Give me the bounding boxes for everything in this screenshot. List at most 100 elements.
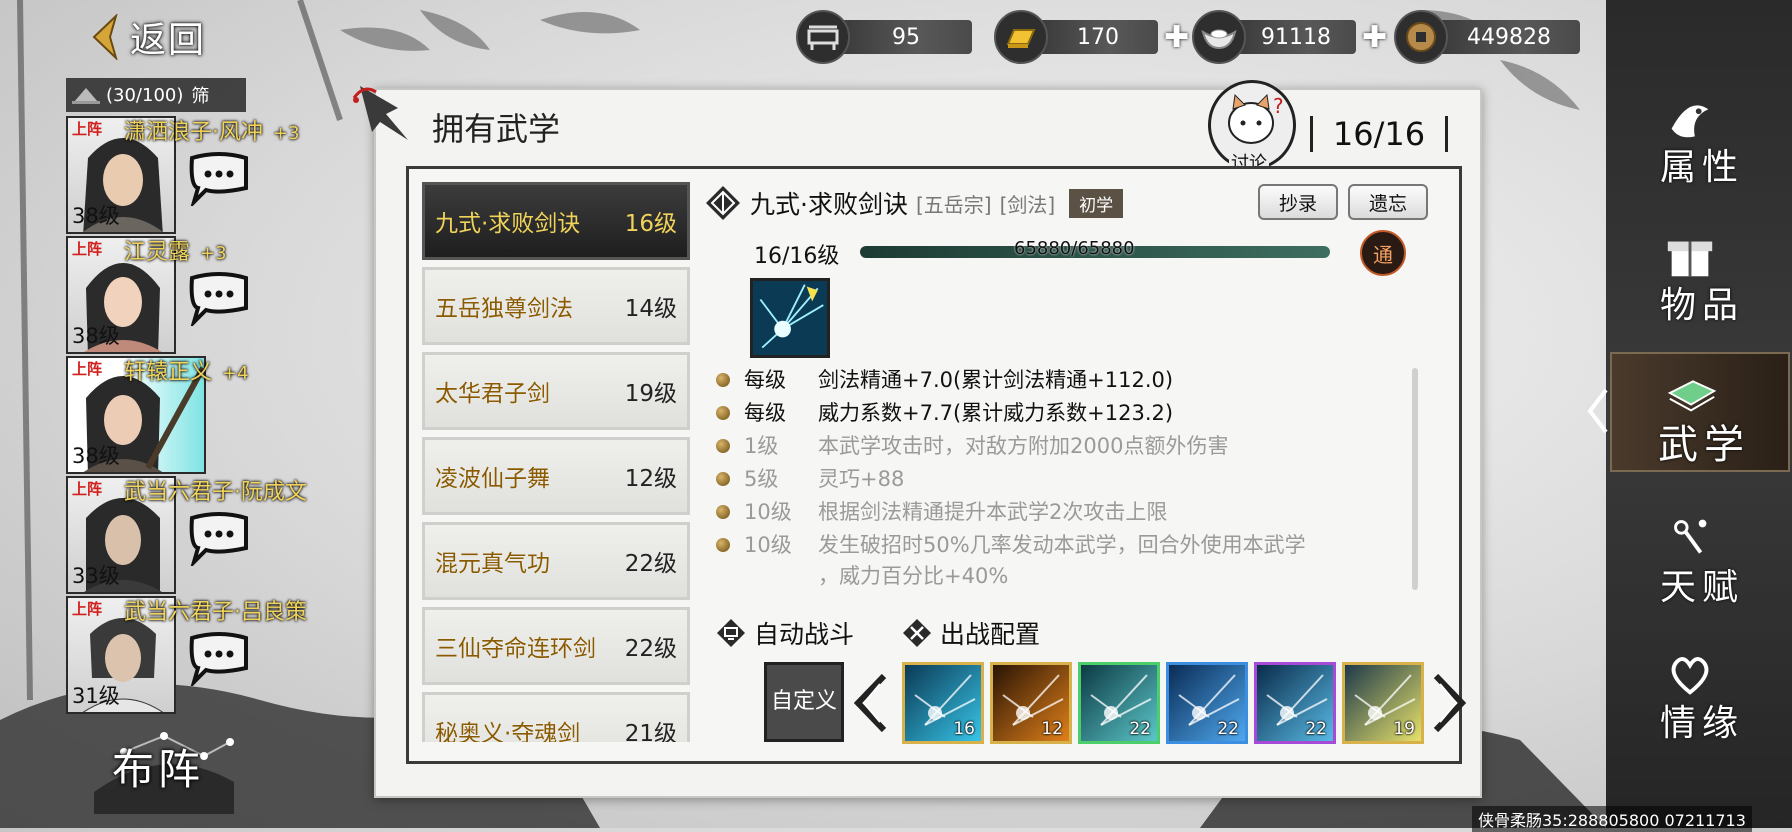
add-silver-button[interactable]: ✚	[1362, 20, 1387, 55]
loadout-skill-slot[interactable]: 22	[1254, 662, 1336, 744]
skill-list-item[interactable]: 凌波仙子舞 12级	[422, 437, 690, 515]
nav-label: 物品	[1659, 285, 1744, 326]
skill-list-item[interactable]: 太华君子剑 19级	[422, 352, 690, 430]
loadout-skill-slot[interactable]: 19	[1342, 662, 1424, 744]
chevron-right-icon[interactable]	[1430, 672, 1470, 734]
nav-tab-martial-book[interactable]: 武学	[1610, 352, 1790, 472]
couch-icon	[796, 10, 850, 64]
slot-level: 12	[1041, 719, 1063, 739]
resource-copper: 449828	[1394, 10, 1580, 64]
copy-button[interactable]: 抄录	[1258, 184, 1338, 220]
crossed-swords-icon	[903, 619, 931, 647]
roster-character[interactable]: 上阵 31级 武当六君子·吕良策	[66, 596, 307, 714]
chat-bubble-icon[interactable]	[186, 510, 252, 566]
loadout-skill-slot[interactable]: 16	[902, 662, 984, 744]
effect-row: 10级 根据剑法精通提升本武学2次攻击上限	[712, 496, 1412, 529]
nav-tab-heart-knot[interactable]: 情缘	[1610, 636, 1790, 756]
resource-gold: 170 ✚	[994, 10, 1189, 64]
bullet-icon	[716, 538, 730, 552]
on-field-badge: 上阵	[72, 360, 103, 378]
skill-list-item-selected[interactable]: 九式·求败剑诀 16级	[422, 182, 690, 260]
diamond-emblem-icon	[706, 186, 740, 220]
character-name: 江灵露 +3	[124, 240, 227, 265]
effect-row: 5级 灵巧+88	[712, 463, 1412, 496]
skill-level: 14级	[624, 296, 677, 322]
loadout-skill-slot[interactable]: 22	[1166, 662, 1248, 744]
gold-bar-icon	[994, 10, 1048, 64]
effect-row: 10级 发生破招时50%几率发动本武学，回合外使用本武学	[712, 529, 1412, 562]
effects-scrollbar[interactable]	[1412, 368, 1418, 590]
skill-level: 21级	[624, 721, 677, 742]
chevron-left-icon[interactable]	[850, 672, 890, 734]
roster-character-selected[interactable]: 上阵 38级 轩辕正义 +4	[66, 356, 249, 474]
svg-text:?: ?	[1273, 94, 1284, 118]
back-button[interactable]: 返回	[88, 12, 206, 62]
formation-button[interactable]: 布阵	[84, 722, 244, 814]
skill-count: 16/16	[1310, 112, 1448, 156]
chat-bubble-icon[interactable]	[186, 630, 252, 686]
roster-header: (30/100) 筛	[66, 78, 246, 112]
chevron-left-icon	[1587, 388, 1608, 434]
bullet-icon	[716, 406, 730, 420]
character-name: 武当六君子·阮成文	[124, 480, 307, 505]
slot-level: 22	[1129, 719, 1151, 739]
chevron-left-icon	[92, 14, 118, 60]
roster-filter-button[interactable]: 筛	[191, 82, 209, 108]
nav-tab-gift-box[interactable]: 物品	[1610, 218, 1790, 338]
custom-loadout-button[interactable]: 自定义	[764, 662, 844, 742]
roster-character[interactable]: 上阵 38级 潇洒浪子·风冲 +3	[66, 116, 300, 234]
roster-character[interactable]: 上阵 33级 武当六君子·阮成文	[66, 476, 307, 594]
skill-list-item[interactable]: 混元真气功 22级	[422, 522, 690, 600]
auto-battle-label: 自动战斗	[754, 620, 855, 649]
loadout-label: 出战配置	[940, 620, 1041, 649]
skill-level-text: 16/16级	[754, 244, 840, 269]
nav-label: 天赋	[1659, 567, 1744, 608]
skill-list[interactable]: 九式·求败剑诀 16级 五岳独尊剑法 14级 太华君子剑 19级 凌波仙子舞 1…	[422, 182, 690, 742]
server-id-text: 侠骨柔肠35:288805800 07211713	[1472, 806, 1752, 832]
add-gold-button[interactable]: ✚	[1164, 20, 1189, 55]
character-name: 武当六君子·吕良策	[124, 600, 307, 625]
skill-list-item[interactable]: 三仙夺命连环剑 22级	[422, 607, 690, 685]
slot-level: 22	[1217, 719, 1239, 739]
cat-mascot-icon: ?	[1228, 93, 1284, 144]
character-name: 轩辕正义 +4	[124, 360, 249, 385]
skill-effects-list: 每级 剑法精通+7.0(累计剑法精通+112.0) 每级 威力系数+7.7(累计威力…	[712, 364, 1412, 590]
nav-label: 情缘	[1659, 703, 1744, 744]
character-level: 38级	[72, 324, 120, 348]
effect-row: 每级 威力系数+7.7(累计威力系数+123.2)	[712, 397, 1412, 430]
loadout-skill-slot[interactable]: 12	[990, 662, 1072, 744]
loadout-skill-slot[interactable]: 22	[1078, 662, 1160, 744]
loadout-config-option[interactable]: 出战配置	[902, 616, 1040, 650]
skill-detail-name: 九式·求败剑诀	[750, 190, 908, 219]
roster-character[interactable]: 上阵 38级 江灵露 +3	[66, 236, 248, 354]
nav-tab-talent[interactable]: 天赋	[1610, 500, 1790, 620]
on-field-badge: 上阵	[72, 120, 103, 138]
character-level: 33级	[72, 564, 120, 588]
breakthrough-button[interactable]: 通	[1360, 230, 1406, 276]
discuss-button[interactable]: ? 讨论	[1208, 80, 1296, 175]
character-level: 31级	[72, 684, 120, 708]
bullet-icon	[716, 472, 730, 486]
skill-name: 太华君子剑	[435, 381, 550, 407]
chat-bubble-icon[interactable]	[186, 150, 252, 206]
silver-ingot-icon	[1192, 10, 1246, 64]
mastery-stage-badge: 初学	[1069, 188, 1124, 218]
auto-battle-option[interactable]: 自动战斗	[716, 616, 854, 650]
resource-value: 449828	[1438, 20, 1580, 54]
skill-list-item[interactable]: 五岳独尊剑法 14级	[422, 267, 690, 345]
skill-level: 22级	[624, 551, 677, 577]
skill-level: 22级	[624, 636, 677, 662]
chat-bubble-icon[interactable]	[186, 270, 252, 326]
skill-list-item[interactable]: 秘奥义·夺魂剑 21级	[422, 692, 690, 742]
skill-progress: 16/16级 65880/65880	[754, 238, 1374, 269]
forget-button[interactable]: 遗忘	[1348, 184, 1428, 220]
skill-name: 九式·求败剑诀	[435, 211, 581, 237]
resource-value: 91118	[1236, 20, 1356, 54]
skill-name: 秘奥义·夺魂剑	[435, 721, 581, 742]
skill-name: 凌波仙子舞	[435, 466, 550, 492]
nav-tab-attribute[interactable]: 属性	[1610, 80, 1790, 200]
skill-level: 19级	[624, 381, 677, 407]
resource-couch: 95	[796, 10, 972, 64]
effect-row-continued: ，威力百分比+40%	[818, 564, 1009, 588]
sect-tag: [五岳宗]	[915, 192, 992, 217]
